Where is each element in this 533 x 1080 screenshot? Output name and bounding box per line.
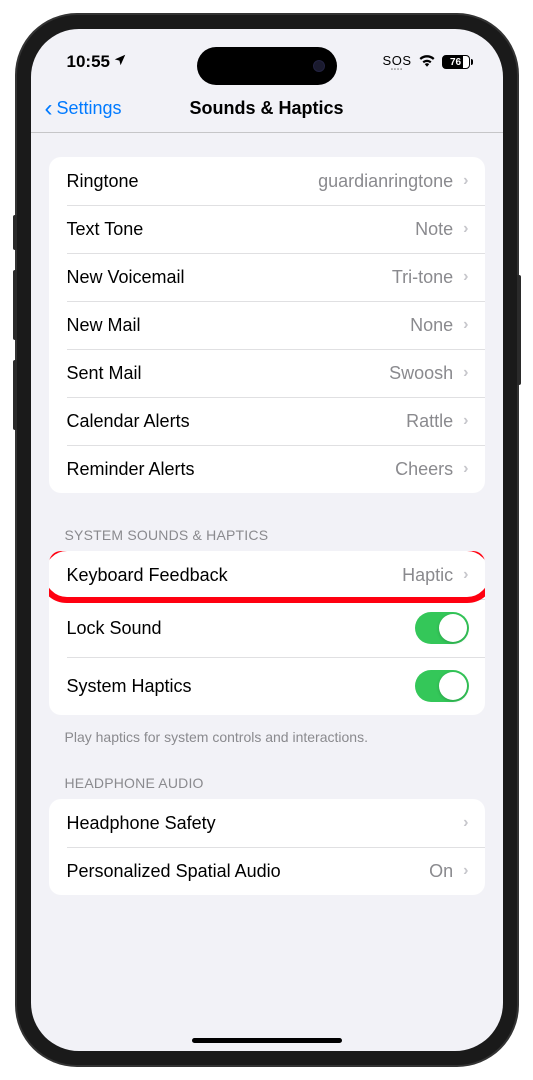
sounds-group: Ringtone guardianringtone › Text Tone No… <box>49 157 485 493</box>
page-title: Sounds & Haptics <box>189 98 343 119</box>
chevron-right-icon: › <box>463 316 468 334</box>
chevron-right-icon: › <box>463 460 468 478</box>
row-label: Calendar Alerts <box>67 411 190 432</box>
row-system-haptics: System Haptics <box>49 657 485 715</box>
row-label: New Voicemail <box>67 267 185 288</box>
row-spatial-audio[interactable]: Personalized Spatial Audio On › <box>49 847 485 895</box>
chevron-right-icon: › <box>463 412 468 430</box>
toggle-thumb <box>439 614 467 642</box>
section-header-system: SYSTEM SOUNDS & HAPTICS <box>31 527 503 551</box>
row-value: Rattle <box>406 411 453 432</box>
lock-sound-toggle[interactable] <box>415 612 469 644</box>
row-value: None <box>410 315 453 336</box>
side-buttons-left <box>13 215 17 450</box>
chevron-right-icon: › <box>463 172 468 190</box>
row-headphone-safety[interactable]: Headphone Safety › <box>49 799 485 847</box>
row-label: Headphone Safety <box>67 813 216 834</box>
row-label: Reminder Alerts <box>67 459 195 480</box>
screen: 10:55 SOS •••• 76 <box>31 29 503 1051</box>
row-value: guardianringtone <box>318 171 453 192</box>
row-label: Ringtone <box>67 171 139 192</box>
row-reminder-alerts[interactable]: Reminder Alerts Cheers › <box>49 445 485 493</box>
row-value: On <box>429 861 453 882</box>
chevron-right-icon: › <box>463 862 468 880</box>
headphone-group: Headphone Safety › Personalized Spatial … <box>49 799 485 895</box>
row-calendar-alerts[interactable]: Calendar Alerts Rattle › <box>49 397 485 445</box>
dynamic-island <box>197 47 337 85</box>
row-new-mail[interactable]: New Mail None › <box>49 301 485 349</box>
row-label: System Haptics <box>67 676 192 697</box>
system-group: Keyboard Feedback Haptic › Lock Sound Sy… <box>49 551 485 715</box>
row-label: New Mail <box>67 315 141 336</box>
location-icon <box>113 52 127 72</box>
back-button[interactable]: ‹ Settings <box>45 97 122 121</box>
content-scroll[interactable]: Ringtone guardianringtone › Text Tone No… <box>31 133 503 1051</box>
row-lock-sound: Lock Sound <box>49 599 485 657</box>
status-time: 10:55 <box>67 52 110 72</box>
chevron-left-icon: ‹ <box>45 97 53 121</box>
chevron-right-icon: › <box>463 364 468 382</box>
row-label: Personalized Spatial Audio <box>67 861 281 882</box>
battery-indicator: 76 <box>442 55 473 69</box>
back-label: Settings <box>57 98 122 119</box>
wifi-icon <box>418 52 436 72</box>
row-value: Haptic <box>402 565 453 586</box>
row-keyboard-feedback[interactable]: Keyboard Feedback Haptic › <box>49 551 485 599</box>
row-sent-mail[interactable]: Sent Mail Swoosh › <box>49 349 485 397</box>
row-text-tone[interactable]: Text Tone Note › <box>49 205 485 253</box>
row-value: Swoosh <box>389 363 453 384</box>
row-ringtone[interactable]: Ringtone guardianringtone › <box>49 157 485 205</box>
system-footer: Play haptics for system controls and int… <box>31 721 503 745</box>
home-indicator[interactable] <box>192 1038 342 1043</box>
row-value: Note <box>415 219 453 240</box>
row-label: Text Tone <box>67 219 144 240</box>
row-label: Lock Sound <box>67 618 162 639</box>
phone-frame: 10:55 SOS •••• 76 <box>17 15 517 1065</box>
toggle-thumb <box>439 672 467 700</box>
system-haptics-toggle[interactable] <box>415 670 469 702</box>
front-camera <box>313 60 325 72</box>
chevron-right-icon: › <box>463 566 468 584</box>
chevron-right-icon: › <box>463 814 468 832</box>
sos-indicator: SOS •••• <box>383 53 412 72</box>
row-new-voicemail[interactable]: New Voicemail Tri-tone › <box>49 253 485 301</box>
chevron-right-icon: › <box>463 220 468 238</box>
section-header-headphone: HEADPHONE AUDIO <box>31 775 503 799</box>
row-value: Cheers <box>395 459 453 480</box>
side-buttons-right <box>517 275 521 385</box>
row-value: Tri-tone <box>392 267 453 288</box>
nav-header: ‹ Settings Sounds & Haptics <box>31 85 503 133</box>
row-label: Sent Mail <box>67 363 142 384</box>
chevron-right-icon: › <box>463 268 468 286</box>
row-label: Keyboard Feedback <box>67 565 228 586</box>
